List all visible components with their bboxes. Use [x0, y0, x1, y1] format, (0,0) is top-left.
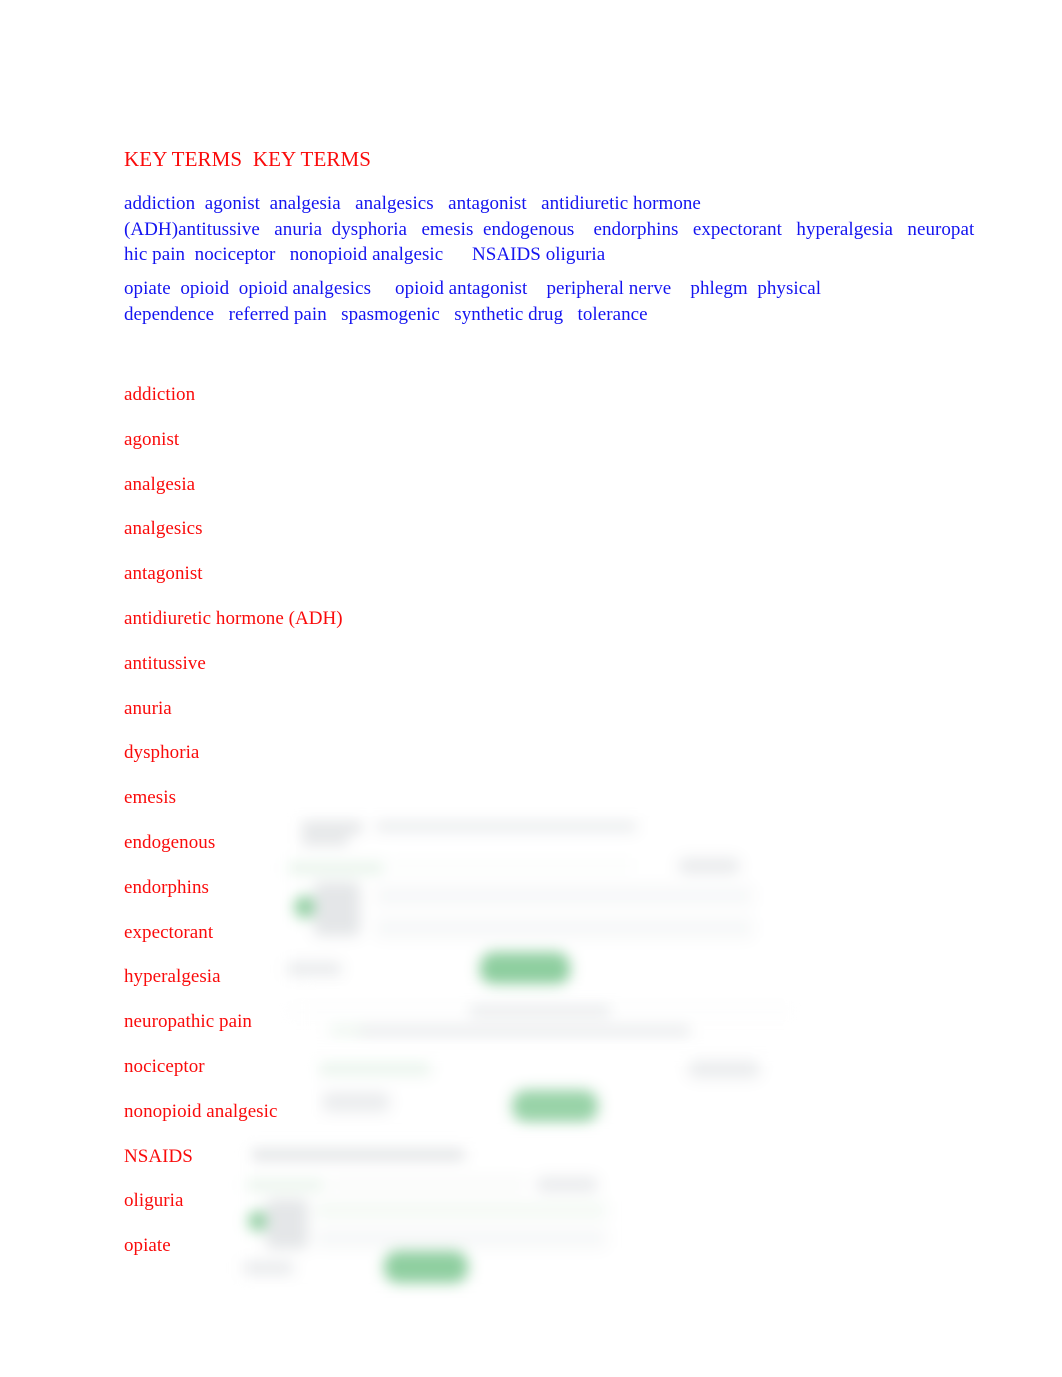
list-item: opiate [124, 1235, 171, 1257]
list-item: anuria [124, 697, 172, 719]
list-item: antagonist [124, 563, 203, 585]
list-item: dysphoria [124, 742, 200, 764]
vocabulary-term-list: addiction agonist analgesia analgesics a… [124, 384, 454, 1280]
list-item: analgesics [124, 518, 203, 540]
list-item: antidiuretic hormone (ADH) [124, 607, 343, 629]
document-page: KEY TERMS KEY TERMS addiction agonist an… [0, 0, 1062, 1377]
list-item: analgesia [124, 473, 196, 495]
key-terms-line: dependence referred pain spasmogenic syn… [124, 303, 648, 325]
key-terms-line: opiate opioid opioid analgesics opioid a… [124, 278, 822, 299]
list-item: addiction [124, 384, 196, 405]
key-terms-paragraph-1: addiction agonist analgesia analgesics a… [124, 191, 974, 268]
document-text-layer: KEY TERMS KEY TERMS addiction agonist an… [0, 0, 1062, 1377]
list-item: nonopioid analgesic [124, 1100, 278, 1122]
list-item: expectorant [124, 921, 214, 943]
list-item: agonist [124, 428, 180, 450]
page-title: KEY TERMS KEY TERMS [124, 147, 372, 171]
list-item: endorphins [124, 876, 209, 898]
list-item: oliguria [124, 1190, 184, 1212]
list-item: NSAIDS [124, 1145, 193, 1167]
list-item: neuropathic pain [124, 1011, 252, 1033]
list-item: nociceptor [124, 1055, 205, 1077]
list-item: endogenous [124, 831, 216, 853]
key-terms-line: (ADH)antitussive anuria dysphoria emesis… [124, 218, 975, 240]
key-terms-line: hic pain nociceptor nonopioid analgesic … [124, 244, 606, 265]
key-terms-paragraph-2: opiate opioid opioid analgesics opioid a… [124, 276, 944, 327]
list-item: antitussive [124, 652, 206, 674]
key-terms-line: addiction agonist analgesia analgesics a… [124, 193, 701, 214]
list-item: hyperalgesia [124, 966, 221, 988]
list-item: emesis [124, 787, 177, 809]
